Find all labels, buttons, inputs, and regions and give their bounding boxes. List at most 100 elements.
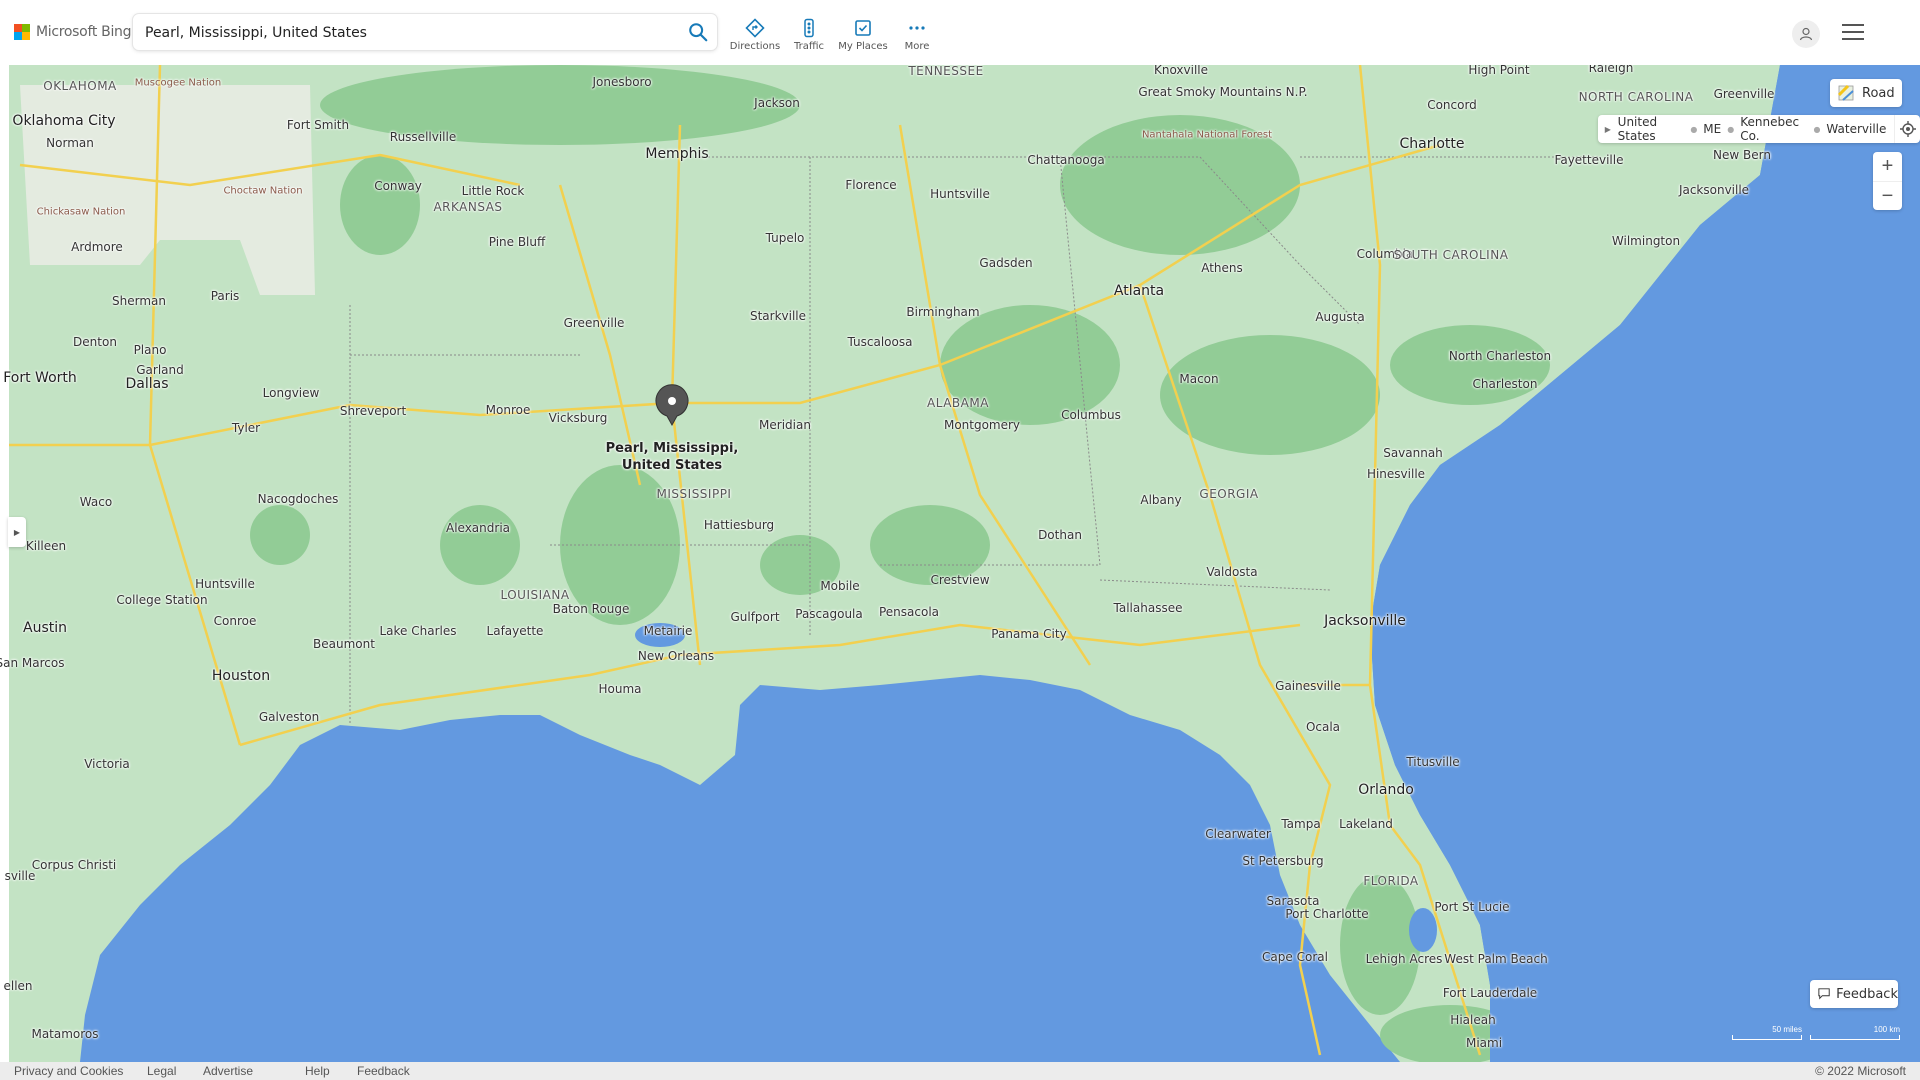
map-label-city: Lakeland [1339,817,1393,831]
map-label-state: SOUTH CAROLINA [1393,248,1509,262]
map-label-big: Memphis [645,146,709,162]
map-label-city: New Bern [1713,148,1771,162]
traffic-icon [804,18,814,38]
map-label-city: Miami [1465,1036,1503,1050]
map-label-city: North Charleston [1448,349,1552,363]
legal-link[interactable]: Legal [147,1064,176,1078]
footer-feedback-link[interactable]: Feedback [357,1064,410,1078]
map-label-city: Matamoros [31,1027,99,1041]
map-label-city: College Station [116,593,208,607]
map-label-city: Gadsden [979,256,1033,270]
map-label-city: Wilmington [1611,234,1681,248]
map-label-city: Concord [1427,98,1477,112]
search-input[interactable] [143,14,667,52]
breadcrumb-expand-icon[interactable]: ▶ [1598,125,1618,134]
location-pin-icon[interactable] [654,383,690,427]
map-label-city: Ocala [1305,720,1341,734]
directions-label: Directions [729,41,781,52]
breadcrumb-country[interactable]: United States [1618,115,1685,143]
map-label-city: Paris [210,289,240,303]
map-label-city: Macon [1179,372,1219,386]
map-label-city: Chattanooga [1027,153,1105,167]
hamburger-menu-icon[interactable] [1842,24,1864,42]
breadcrumb-separator: ● [1690,124,1698,134]
privacy-link[interactable]: Privacy and Cookies [14,1064,123,1078]
map-label-city: Crestview [930,573,990,587]
breadcrumb-separator: ● [1727,124,1735,134]
map-label-city: High Point [1468,65,1530,77]
zoom-in-button[interactable]: + [1873,152,1902,182]
map-label-city: Dothan [1038,528,1082,542]
map-left-edge [0,65,9,1062]
bing-logo[interactable]: Microsoft Bing [14,24,132,40]
map-label-state: LOUISIANA [500,588,570,602]
map-style-button[interactable]: Road [1830,79,1902,107]
map-label-city: Knoxville [1153,65,1209,77]
account-button[interactable] [1792,20,1820,48]
location-breadcrumb: ▶ United States ● ME ● Kennebec Co. ● Wa… [1598,115,1920,143]
lake-okeechobee [1409,908,1437,952]
map-label-city: Augusta [1315,310,1365,324]
map-label-city: Jackson [754,96,800,110]
map-label-city: Denton [73,335,117,349]
map-label-city: Lehigh Acres [1365,952,1443,966]
map-label-city: Port Charlotte [1285,907,1369,921]
map-label-city: Great Smoky Mountains N.P. [1138,85,1308,99]
more-button[interactable]: More [890,18,944,52]
search-icon[interactable] [687,21,709,43]
more-icon [909,26,925,30]
user-icon [1799,27,1813,41]
map-label-big: Jacksonville [1324,613,1406,629]
map-label-city: Valdosta [1206,565,1258,579]
map-label-nation: Choctaw Nation [223,185,303,197]
scale-km-label: 100 km [1873,1025,1900,1034]
map-label-city: ellen [3,979,33,993]
map-label-city: Victoria [84,757,130,771]
map-label-city: Fort Smith [286,118,350,132]
map-label-state: ALABAMA [927,396,989,410]
map-label-city: Houma [598,682,642,696]
map-label-city: Charleston [1472,377,1538,391]
locate-me-button[interactable] [1894,115,1920,143]
search-box [133,14,717,52]
map-label-city: Jacksonville [1678,183,1750,197]
traffic-button[interactable]: Traffic [782,18,836,52]
road-map-icon [1838,85,1854,101]
map-label-city: Monroe [485,403,531,417]
map-label-city: Pascagoula [795,607,863,621]
map-label-city: Savannah [1383,446,1443,460]
map-label-city: Athens [1201,261,1243,275]
breadcrumb-county[interactable]: Kennebec Co. [1740,115,1807,143]
map-label-city: Norman [46,136,94,150]
map-label-city: Garland [136,363,184,377]
copyright: © 2022 Microsoft [1815,1064,1906,1078]
my-places-button[interactable]: My Places [836,18,890,52]
advertise-link[interactable]: Advertise [203,1064,253,1078]
map-base-layer [0,65,1920,1062]
expand-panel-button[interactable]: ▶ [8,517,26,547]
map-label-state: TENNESSEE [908,65,984,78]
map-label-city: Hialeah [1450,1013,1496,1027]
map-label-city: Baton Rouge [552,602,630,616]
directions-button[interactable]: Directions [728,18,782,52]
scale-miles-bar [1732,1035,1802,1040]
map-label-city: Greenville [563,316,625,330]
traffic-label: Traffic [793,41,825,52]
map-label-city: Lake Charles [379,624,457,638]
scale-bar-miles: 50 miles [1732,1025,1802,1040]
breadcrumb-city[interactable]: Waterville [1826,122,1886,136]
map-label-city: Pine Bluff [488,235,546,249]
map-label-city: Beaumont [313,637,375,651]
map-label-city: Port St Lucie [1434,900,1510,914]
map-label-city: Hinesville [1366,467,1426,481]
map-feedback-button[interactable]: Feedback [1810,980,1898,1008]
breadcrumb-state[interactable]: ME [1703,122,1721,136]
help-link[interactable]: Help [305,1064,330,1078]
map-canvas[interactable]: OKLAHOMA Muscogee Nation Oklahoma City Norm… [0,65,1920,1062]
zoom-out-button[interactable]: − [1873,182,1902,211]
scale-miles-label: 50 miles [1772,1025,1802,1034]
map-label-city: Longview [262,386,320,400]
map-label-state: NORTH CAROLINA [1578,90,1694,104]
map-label-city: Tampa [1281,817,1321,831]
map-label-city: Alexandria [445,521,511,535]
